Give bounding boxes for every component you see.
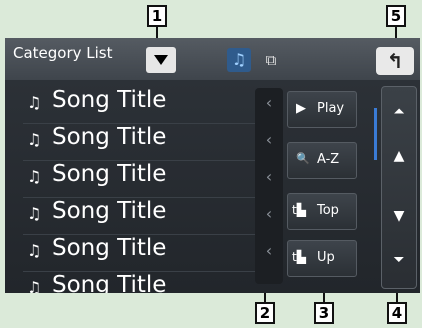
back-arrow-icon: ↰	[386, 49, 404, 73]
back-button[interactable]: ↰	[376, 47, 414, 75]
list-item[interactable]: ♫ Song Title	[5, 272, 255, 293]
chevron-left-icon[interactable]: ‹	[257, 204, 281, 223]
up-label: Up	[317, 250, 335, 265]
scroll-top-icon[interactable]: ⏶	[388, 104, 410, 120]
category-list-screen: Category List ♫ ⧉ ↰ ♫ Song Title ♫ Song …	[5, 38, 420, 293]
tab-music[interactable]: ♫	[227, 48, 251, 72]
callout-5: 5	[386, 5, 406, 27]
top-button[interactable]: t▙ Top	[287, 193, 357, 230]
chevron-left-icon[interactable]: ‹	[257, 130, 281, 149]
list-item[interactable]: ♫ Song Title	[5, 161, 255, 197]
list-item[interactable]: ♫ Song Title	[5, 198, 255, 234]
list-item-label: Song Title	[52, 198, 167, 224]
play-icon: ▶	[296, 101, 306, 116]
scroll-bottom-icon[interactable]: ⏷	[388, 252, 410, 268]
list-item[interactable]: ♫ Song Title	[5, 124, 255, 160]
chevron-left-icon[interactable]: ‹	[257, 241, 281, 260]
search-icon: 🔍	[296, 152, 310, 165]
scroll-up-icon[interactable]: ▲	[388, 148, 410, 164]
list-item-label: Song Title	[52, 87, 167, 113]
chevron-left-icon[interactable]: ‹	[257, 93, 281, 112]
up-button[interactable]: t▙ Up	[287, 240, 357, 277]
music-note-icon: ♫	[27, 278, 42, 293]
music-note-icon: ♫	[231, 50, 247, 69]
scrollbar[interactable]	[374, 108, 377, 160]
music-note-icon: ♫	[27, 167, 42, 186]
top-bar: Category List ♫ ⧉ ↰	[5, 38, 420, 80]
callout-2: 2	[255, 302, 275, 324]
list-item-label: Song Title	[52, 272, 167, 293]
a-z-button[interactable]: 🔍 A-Z	[287, 142, 357, 179]
callout-4: 4	[387, 302, 407, 324]
triangle-down-icon	[154, 55, 168, 65]
top-label: Top	[317, 203, 339, 218]
list-item-label: Song Title	[52, 161, 167, 187]
music-note-icon: ♫	[27, 241, 42, 260]
tab-video[interactable]: ⧉	[259, 48, 283, 72]
list-item-label: Song Title	[52, 235, 167, 261]
play-label: Play	[317, 101, 345, 116]
chevron-left-icon[interactable]: ‹	[257, 167, 281, 186]
music-note-icon: ♫	[27, 93, 42, 112]
music-note-icon: ♫	[27, 204, 42, 223]
folder-up-icon: t▙	[292, 250, 306, 264]
film-icon: ⧉	[265, 51, 277, 69]
list-item[interactable]: ♫ Song Title	[5, 235, 255, 271]
callout-3: 3	[314, 302, 334, 324]
scroll-down-icon[interactable]: ▼	[388, 208, 410, 224]
music-note-icon: ♫	[27, 130, 42, 149]
play-button[interactable]: ▶ Play	[287, 91, 357, 128]
folder-top-icon: t▙	[292, 203, 306, 217]
list-item-label: Song Title	[52, 124, 167, 150]
page-title: Category List	[13, 44, 113, 62]
category-dropdown-button[interactable]	[146, 47, 176, 73]
callout-1: 1	[147, 5, 167, 27]
a-z-label: A-Z	[317, 152, 340, 167]
list-item[interactable]: ♫ Song Title	[5, 87, 255, 123]
